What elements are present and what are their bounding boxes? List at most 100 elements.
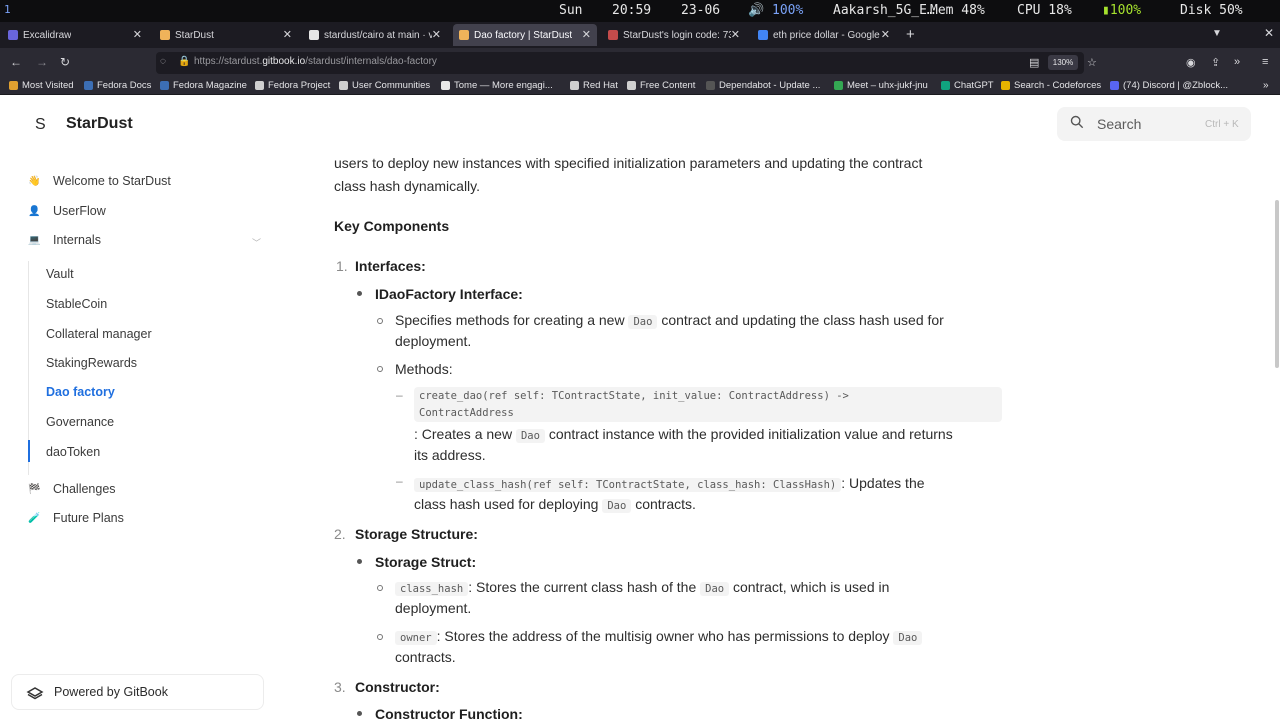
powered-by-gitbook-link[interactable]: Powered by GitBook: [11, 674, 264, 710]
bookmark-item[interactable]: Fedora Project: [255, 80, 330, 91]
address-bar[interactable]: ◌ 🔒 https://stardust.gitbook.io/stardust…: [156, 52, 1084, 74]
close-tab-icon[interactable]: ✕: [881, 28, 890, 41]
inline-code: Dao: [893, 631, 923, 645]
close-tab-icon[interactable]: ✕: [133, 28, 142, 41]
page-scrollbar-thumb[interactable]: [1275, 200, 1279, 368]
bookmark-label: Red Hat: [583, 80, 618, 91]
browser-tab[interactable]: StarDust ✕: [154, 24, 298, 46]
bookmark-label: Search - Codeforces: [1014, 80, 1102, 91]
heading-key-components[interactable]: Key Components: [334, 218, 449, 234]
class-hash-description-line1: class_hash: Stores the current class has…: [395, 577, 889, 600]
sidebar-item-dao-factory[interactable]: Dao factory: [46, 382, 115, 402]
bookmark-label: Fedora Magazine: [173, 80, 247, 91]
browser-tab[interactable]: Excalidraw ✕: [2, 24, 148, 46]
bookmarks-overflow-icon[interactable]: »: [1263, 80, 1269, 91]
sidebar-item-internals[interactable]: 💻 Internals: [28, 230, 101, 250]
bookmark-item[interactable]: Tome — More engagi...: [441, 80, 553, 91]
sidebar-active-indicator: [28, 440, 30, 462]
volume-indicator[interactable]: 🔊 100%: [748, 3, 803, 18]
bookmark-item[interactable]: Dependabot - Update ...: [706, 80, 820, 91]
sidebar-item-future-plans[interactable]: 🧪 Future Plans: [28, 508, 124, 528]
url-text[interactable]: https://stardust.gitbook.io/stardust/int…: [194, 56, 437, 67]
subsection-title-constructor-function: Constructor Function:: [375, 706, 523, 720]
bookmark-label: Free Content: [640, 80, 696, 91]
bookmark-item[interactable]: Fedora Docs: [84, 80, 151, 91]
bookmark-item[interactable]: Search - Codeforces: [1001, 80, 1101, 91]
section-title-constructor: Constructor:: [355, 679, 440, 695]
methods-label: Methods:: [395, 361, 453, 377]
site-header: S StarDust Search Ctrl + K: [0, 96, 1280, 154]
sidebar-item-welcome[interactable]: 👋 Welcome to StarDust: [28, 171, 171, 191]
browser-tab[interactable]: eth price dollar - Google S ✕: [752, 24, 896, 46]
page-viewport: S StarDust Search Ctrl + K 👋 Welcome to …: [0, 96, 1280, 720]
bookmark-item[interactable]: (74) Discord | @Zblock...: [1110, 80, 1228, 91]
close-tab-icon[interactable]: ✕: [731, 28, 740, 41]
subsection-title-storage-struct: Storage Struct:: [375, 554, 477, 570]
reload-icon[interactable]: ↻: [60, 55, 70, 69]
bookmark-item[interactable]: Meet – uhx-jukf-jnu: [834, 80, 928, 91]
site-title[interactable]: StarDust: [66, 115, 133, 133]
zoom-level[interactable]: 130%: [1048, 55, 1078, 70]
browser-tab[interactable]: StarDust's login code: 73: ✕: [602, 24, 746, 46]
tab-label: Excalidraw: [23, 29, 72, 41]
browser-tab[interactable]: stardust/cairo at main · vi ✕: [303, 24, 447, 46]
bookmark-item[interactable]: Red Hat: [570, 80, 618, 91]
bookmark-item[interactable]: Free Content: [627, 80, 695, 91]
disk-indicator: Disk 50%: [1180, 3, 1243, 18]
bookmark-label: User Communities: [352, 80, 431, 91]
site-logo[interactable]: S: [35, 116, 46, 134]
reader-view-icon[interactable]: ▤: [1029, 56, 1039, 69]
sidebar-item-stablecoin[interactable]: StableCoin: [46, 294, 107, 314]
bookmark-item[interactable]: User Communities: [339, 80, 430, 91]
section-title-interfaces: Interfaces:: [355, 258, 426, 274]
sidebar-item-collateral-manager[interactable]: Collateral manager: [46, 324, 152, 344]
browser-tab[interactable]: Dao factory | StarDust ✕: [453, 24, 597, 46]
sidebar-item-vault[interactable]: Vault: [46, 264, 74, 284]
bookmark-favicon-icon: [9, 81, 18, 90]
lock-icon[interactable]: 🔒: [178, 56, 190, 67]
powered-by-label: Powered by GitBook: [54, 685, 168, 699]
inline-code: Dao: [515, 429, 545, 443]
close-tab-icon[interactable]: ✕: [582, 28, 591, 41]
bookmark-favicon-icon: [1110, 81, 1119, 90]
close-tab-icon[interactable]: ✕: [432, 28, 441, 41]
bookmark-item[interactable]: Most Visited: [9, 80, 74, 91]
new-tab-icon[interactable]: +: [906, 26, 915, 43]
close-window-icon[interactable]: ✕: [1264, 26, 1274, 40]
sidebar-item-stakingrewards[interactable]: StakingRewards: [46, 353, 137, 373]
shield-icon[interactable]: ◌: [160, 56, 166, 67]
overflow-chevron-icon[interactable]: »: [1234, 56, 1240, 68]
bookmark-favicon-icon: [1001, 81, 1010, 90]
sidebar-item-label: Welcome to StarDust: [53, 174, 171, 188]
close-tab-icon[interactable]: ✕: [283, 28, 292, 41]
flag-icon: 🏁: [28, 483, 41, 495]
owner-description-line2: contracts.: [395, 649, 456, 665]
battery-level: 100%: [1109, 3, 1142, 18]
bookmark-label: Fedora Docs: [97, 80, 152, 91]
search-button[interactable]: Search Ctrl + K: [1057, 107, 1251, 141]
bullet-circle: [377, 585, 383, 591]
sidebar-item-challenges[interactable]: 🏁 Challenges: [28, 479, 116, 499]
sidebar-item-userflow[interactable]: 👤 UserFlow: [28, 201, 106, 221]
bookmark-favicon-icon: [941, 81, 950, 90]
sidebar-item-governance[interactable]: Governance: [46, 412, 114, 432]
search-placeholder: Search: [1097, 116, 1142, 132]
back-icon[interactable]: ←: [10, 55, 22, 69]
menu-icon[interactable]: ≡: [1262, 56, 1268, 68]
tab-favicon-icon: [309, 30, 319, 40]
bookmark-item[interactable]: ChatGPT: [941, 80, 994, 91]
forward-icon[interactable]: →: [36, 55, 48, 69]
account-icon[interactable]: ◉: [1186, 56, 1196, 69]
list-number: 3.: [334, 679, 346, 695]
bookmark-star-icon[interactable]: ☆: [1087, 56, 1097, 69]
update-class-hash-line2: class hash used for deploying Dao contra…: [414, 496, 696, 513]
sidebar-item-daotoken[interactable]: daoToken: [46, 442, 100, 462]
bookmark-favicon-icon: [627, 81, 636, 90]
tab-favicon-icon: [758, 30, 768, 40]
bookmark-item[interactable]: Fedora Magazine: [160, 80, 247, 91]
list-tabs-icon[interactable]: ▼: [1212, 28, 1222, 39]
wifi-indicator[interactable]: Aakarsh_5G_E…: [833, 3, 935, 18]
extensions-icon[interactable]: ⇪: [1211, 56, 1220, 69]
workspace-indicator[interactable]: 1: [4, 3, 11, 16]
chevron-down-icon[interactable]: ﹀: [252, 236, 261, 249]
